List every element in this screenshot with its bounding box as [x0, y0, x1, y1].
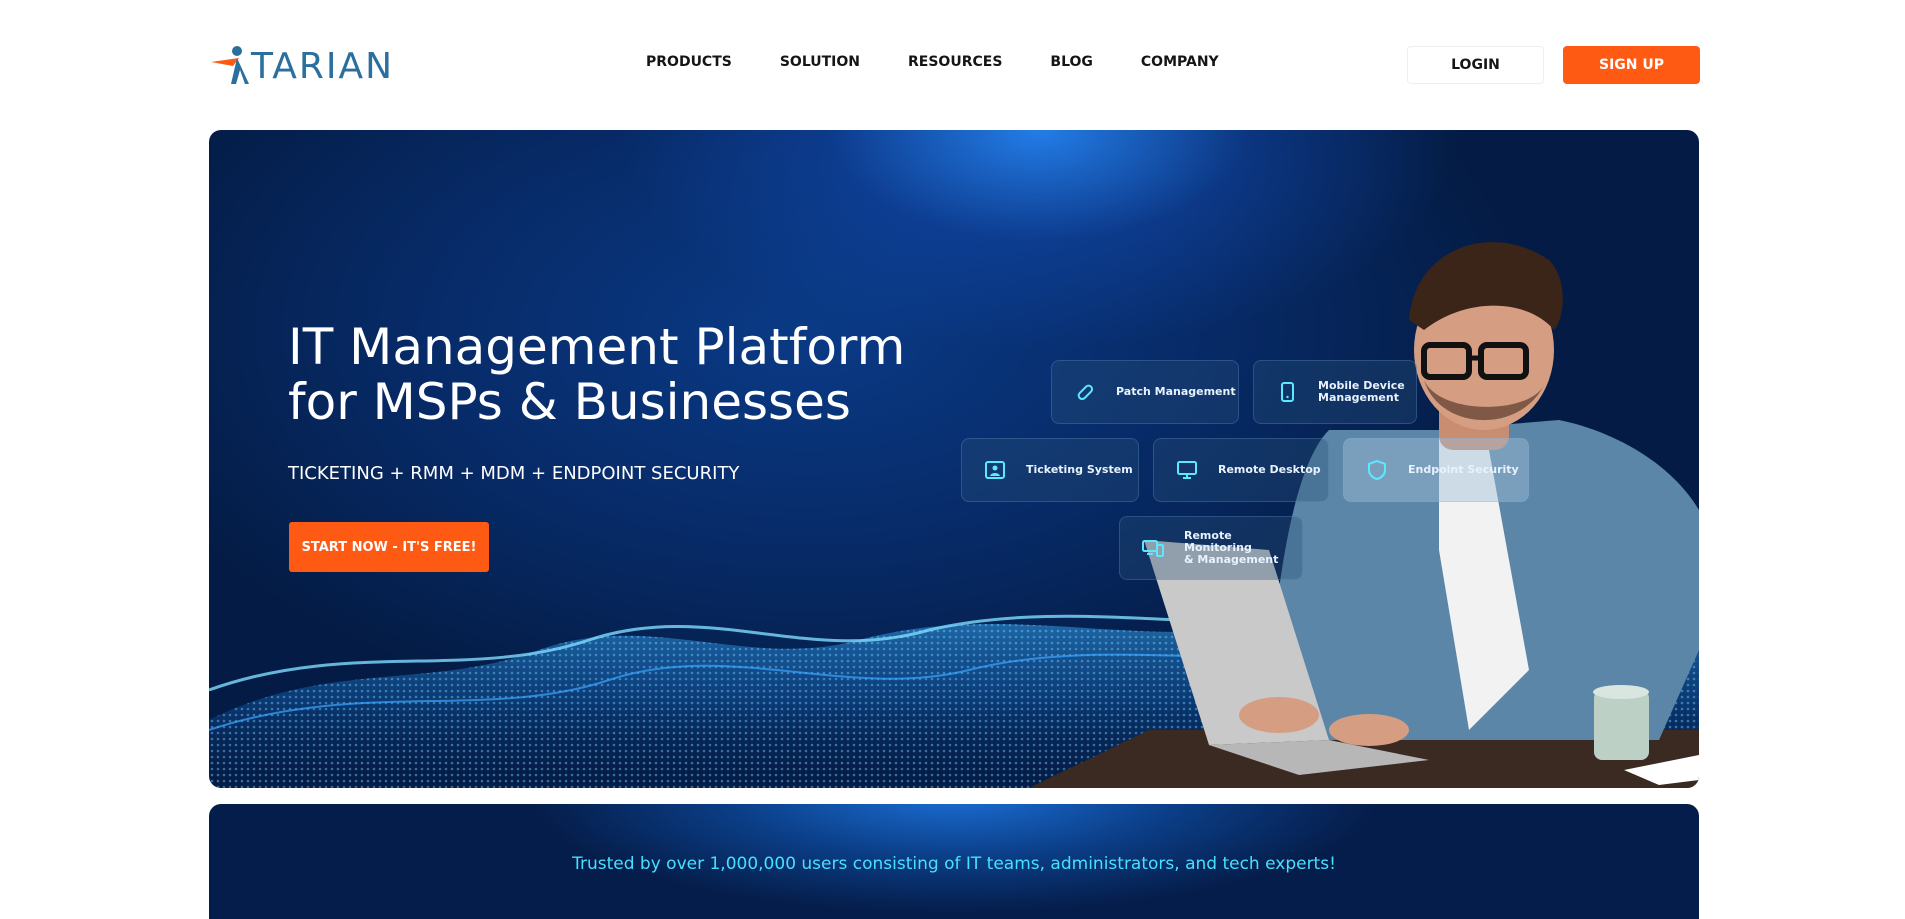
- signup-button[interactable]: SIGN UP: [1563, 46, 1700, 84]
- main-nav: PRODUCTS SOLUTION RESOURCES BLOG COMPANY: [646, 54, 1267, 70]
- feature-label: Ticketing System: [1026, 463, 1133, 476]
- runner-logo-icon: [211, 46, 249, 84]
- hero-title: IT Management Platform for MSPs & Busine…: [288, 320, 1008, 430]
- brand-logo[interactable]: TARIAN: [209, 44, 399, 88]
- hero-title-line2: for MSPs & Businesses: [288, 373, 851, 431]
- nav-company[interactable]: COMPANY: [1141, 54, 1219, 70]
- shield-icon: [1366, 459, 1388, 481]
- mobile-icon: [1276, 381, 1298, 403]
- bandage-icon: [1074, 381, 1096, 403]
- feature-label: Mobile Device Management: [1318, 379, 1405, 404]
- nav-blog[interactable]: BLOG: [1050, 54, 1093, 70]
- feature-tile-mobile-device-management[interactable]: Mobile Device Management: [1253, 360, 1417, 424]
- feature-tile-remote-desktop[interactable]: Remote Desktop: [1153, 438, 1329, 502]
- feature-tile-endpoint-security[interactable]: Endpoint Security: [1343, 438, 1529, 502]
- nav-resources[interactable]: RESOURCES: [908, 54, 1002, 70]
- feature-label: Endpoint Security: [1408, 463, 1519, 476]
- trust-text: Trusted by over 1,000,000 users consisti…: [572, 854, 1336, 874]
- feature-tile-remote-monitoring[interactable]: Remote Monitoring & Management: [1119, 516, 1303, 580]
- hero-subtitle: TICKETING + RMM + MDM + ENDPOINT SECURIT…: [288, 463, 740, 484]
- brand-name: TARIAN: [251, 46, 395, 87]
- nav-products[interactable]: PRODUCTS: [646, 54, 732, 70]
- feature-label: Remote Monitoring & Management: [1184, 529, 1279, 566]
- nav-solution[interactable]: SOLUTION: [780, 54, 860, 70]
- ticket-icon: [984, 459, 1006, 481]
- hero-title-line1: IT Management Platform: [288, 318, 906, 376]
- feature-tile-ticketing-system[interactable]: Ticketing System: [961, 438, 1139, 502]
- monitor-icon: [1176, 459, 1198, 481]
- hero-banner: IT Management Platform for MSPs & Busine…: [209, 130, 1699, 788]
- feature-label: Patch Management: [1116, 385, 1236, 398]
- trust-banner: Trusted by over 1,000,000 users consisti…: [209, 804, 1699, 919]
- feature-label: Remote Desktop: [1218, 463, 1321, 476]
- site-header: TARIAN PRODUCTS SOLUTION RESOURCES BLOG …: [0, 0, 1905, 130]
- login-button[interactable]: LOGIN: [1407, 46, 1544, 84]
- feature-tile-patch-management[interactable]: Patch Management: [1051, 360, 1239, 424]
- start-now-button[interactable]: START NOW - IT'S FREE!: [289, 522, 489, 572]
- devices-icon: [1142, 537, 1164, 559]
